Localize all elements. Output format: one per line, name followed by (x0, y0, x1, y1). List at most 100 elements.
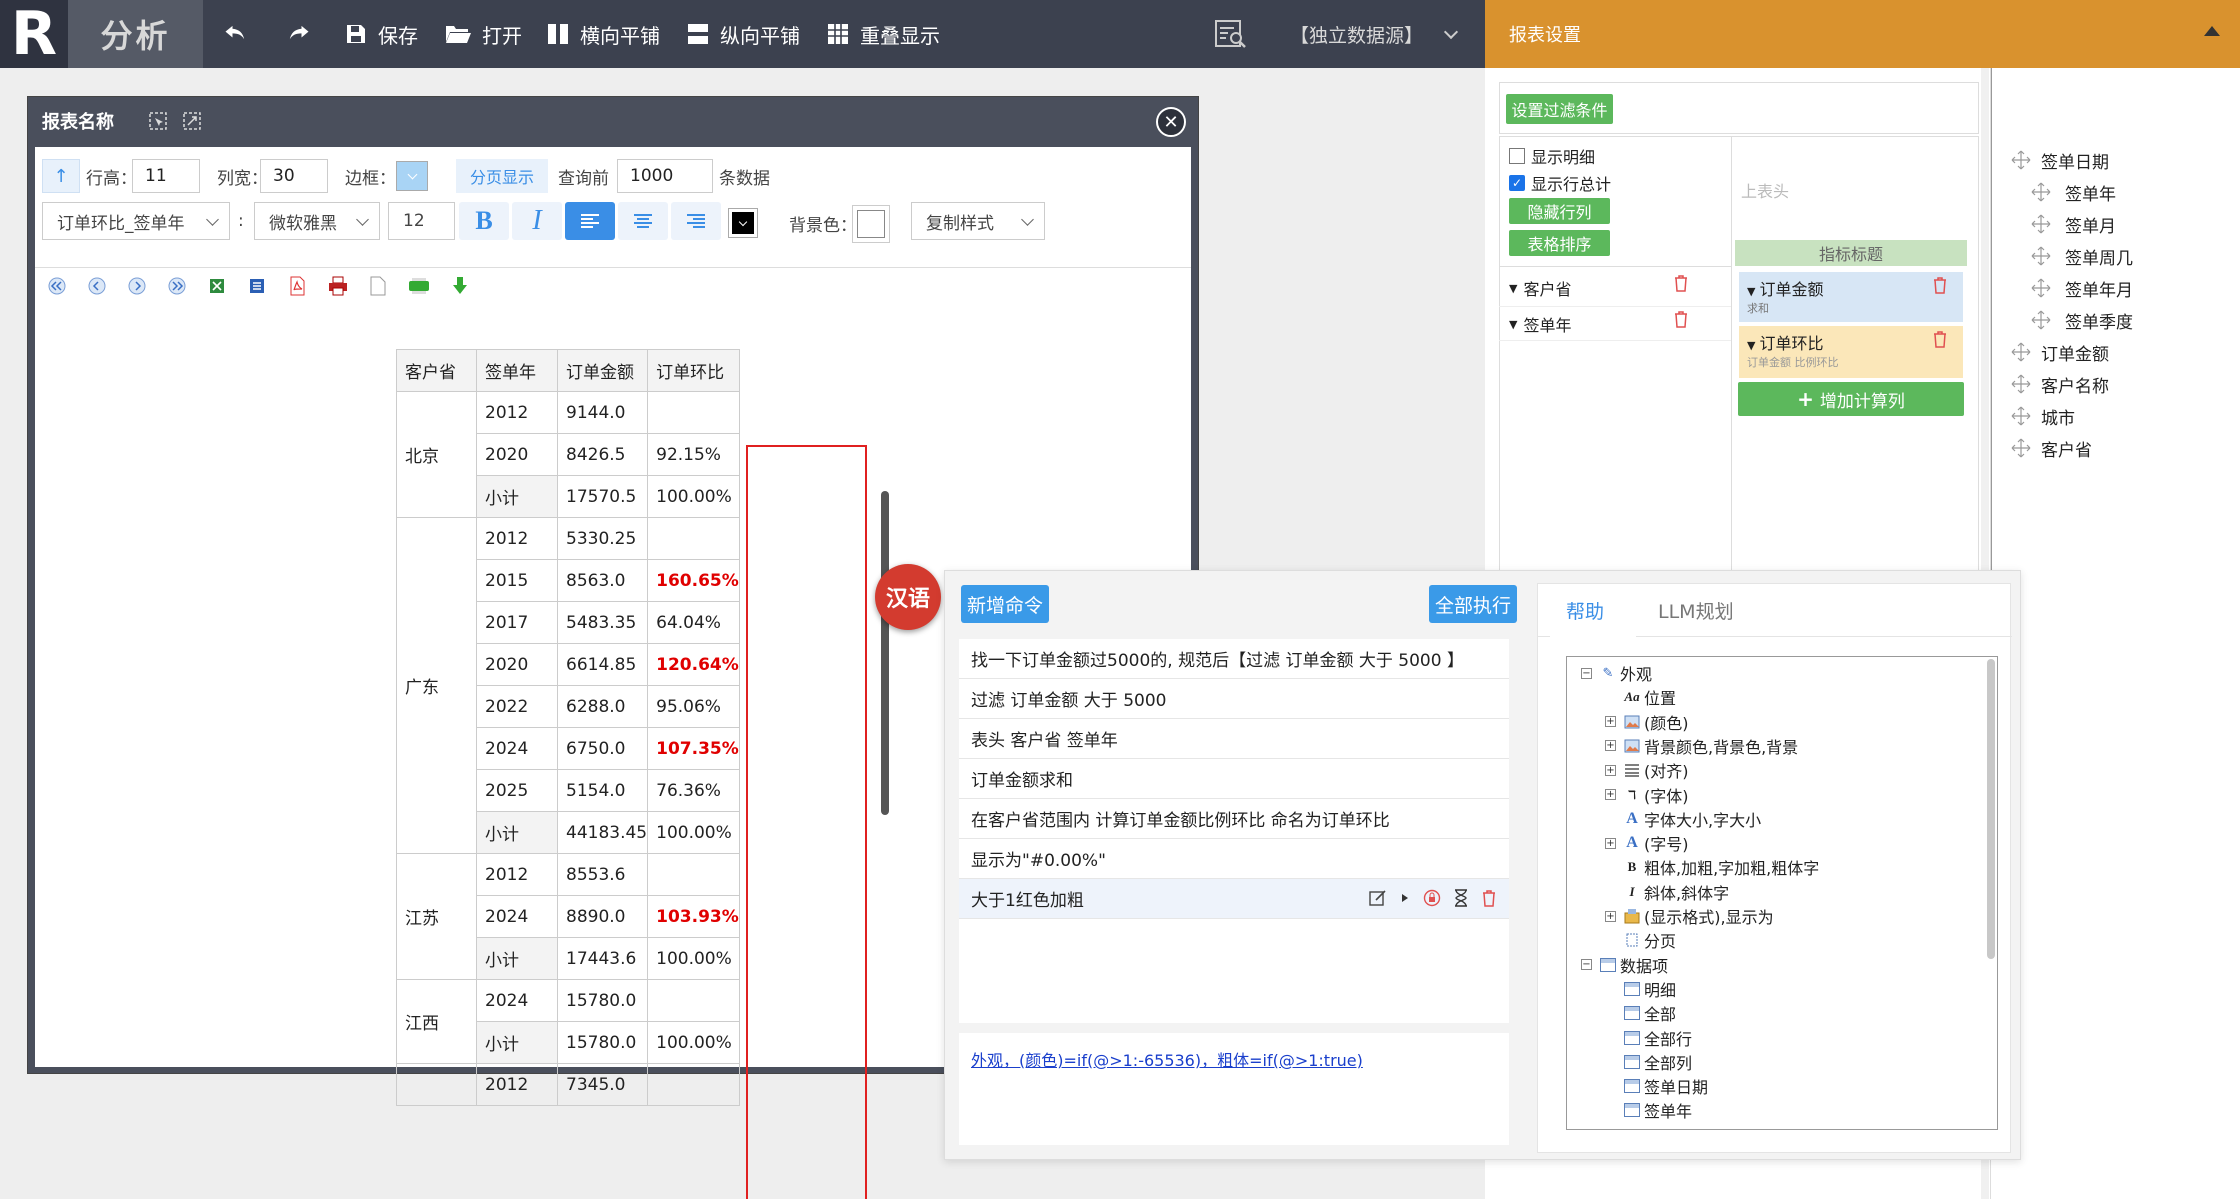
edit-icon[interactable] (1369, 889, 1387, 907)
tree-node[interactable]: 全部 (1605, 1001, 1676, 1025)
arrow-up-icon[interactable]: ↑ (42, 159, 80, 193)
horizontal-tile-button[interactable]: 横向平铺 (546, 0, 660, 68)
ratio-cell[interactable]: 100.00% (647, 475, 740, 518)
year-cell[interactable]: 2024 (476, 895, 558, 938)
expand-icon[interactable]: + (1605, 789, 1616, 800)
ratio-cell[interactable]: 92.15% (647, 433, 740, 476)
field-item[interactable]: 客户省 (2011, 434, 2092, 462)
tab-llm-plan[interactable]: LLM规划 (1658, 584, 1734, 636)
hide-rowcol-button[interactable]: 隐藏行列 (1509, 198, 1610, 224)
column-header[interactable]: 客户省 (396, 349, 477, 392)
column-header[interactable]: 订单环比 (647, 349, 740, 392)
year-cell[interactable]: 2012 (476, 517, 558, 560)
year-cell[interactable]: 2017 (476, 601, 558, 644)
column-header[interactable]: 订单金额 (556, 349, 649, 392)
field-item[interactable]: 签单周几 (2031, 242, 2133, 270)
ratio-cell[interactable] (647, 517, 740, 560)
province-cell[interactable] (396, 1063, 477, 1106)
command-item[interactable]: 在客户省范围内 计算订单金额比例环比 命名为订单环比 (959, 799, 1509, 839)
expand-icon[interactable]: + (1605, 837, 1616, 849)
tree-node[interactable]: − ✎ 外观 (1581, 661, 1652, 685)
delete-icon[interactable] (1673, 310, 1689, 328)
command-item[interactable]: 找一下订单金额过5000的, 规范后【过滤 订单金额 大于 5000 】 (959, 639, 1509, 679)
tree-node[interactable]: + (对齐) (1605, 758, 1689, 782)
measure-card-ratio[interactable]: ▼ 订单环比 订单金额 比例环比 (1739, 326, 1963, 378)
ratio-cell[interactable]: 160.65% (647, 559, 740, 602)
add-calc-column-button[interactable]: + 增加计算列 (1738, 382, 1964, 416)
tree-node[interactable]: + 背景颜色,背景色,背景 (1605, 734, 1798, 758)
next-page-icon[interactable] (128, 277, 146, 295)
overlap-display-button[interactable]: 重叠显示 (826, 0, 940, 68)
year-cell[interactable]: 2024 (476, 979, 558, 1022)
field-item[interactable]: 订单金额 (2011, 338, 2109, 366)
expand-icon[interactable]: + (1605, 910, 1616, 922)
set-filter-button[interactable]: 设置过滤条件 (1506, 94, 1613, 124)
amount-cell[interactable]: 15780.0 (556, 1021, 649, 1064)
query-count-input[interactable]: 1000 (617, 159, 713, 193)
collapse-icon[interactable]: − (1581, 667, 1592, 679)
ratio-cell[interactable] (647, 853, 740, 896)
ratio-cell[interactable] (647, 979, 740, 1022)
font-size-select[interactable]: 12 (388, 202, 455, 240)
command-item[interactable]: 大于1红色加粗 (959, 879, 1509, 919)
italic-button[interactable]: I (512, 202, 562, 240)
amount-cell[interactable]: 44183.45 (556, 811, 649, 854)
delete-icon[interactable] (1481, 889, 1497, 907)
bg-color-picker[interactable] (852, 205, 890, 243)
year-cell[interactable]: 小计 (476, 937, 558, 980)
field-item[interactable]: 签单年月 (2031, 274, 2133, 302)
tree-node[interactable]: 签单年 (1605, 1098, 1692, 1122)
ratio-cell[interactable]: 64.04% (647, 601, 740, 644)
amount-cell[interactable]: 6614.85 (556, 643, 649, 686)
play-icon[interactable] (1399, 889, 1411, 907)
report-settings-header[interactable]: 报表设置 (1485, 0, 2240, 68)
year-cell[interactable]: 2012 (476, 391, 558, 434)
align-left-button[interactable] (565, 202, 615, 240)
formula-link[interactable]: 外观，(颜色)=if(@>1:-65536)，粗体=if(@>1:true) (971, 1047, 1363, 1071)
province-cell[interactable]: 北京 (396, 391, 477, 518)
redo-button[interactable] (284, 0, 322, 68)
amount-cell[interactable]: 17443.6 (556, 937, 649, 980)
align-center-button[interactable] (618, 202, 668, 240)
field-item[interactable]: 客户名称 (2011, 370, 2109, 398)
year-cell[interactable]: 2020 (476, 433, 558, 476)
ratio-cell[interactable]: 100.00% (647, 1021, 740, 1064)
ratio-cell[interactable]: 103.93% (647, 895, 740, 938)
year-cell[interactable]: 2012 (476, 1063, 558, 1106)
paging-toggle[interactable]: 分页显示 (456, 159, 548, 193)
shrink-icon[interactable] (182, 111, 202, 131)
amount-cell[interactable]: 6288.0 (556, 685, 649, 728)
ratio-cell[interactable] (647, 1063, 740, 1106)
html-export-icon[interactable] (408, 277, 430, 295)
tree-node[interactable]: 签单日期 (1605, 1074, 1708, 1098)
first-page-icon[interactable] (48, 277, 66, 295)
amount-cell[interactable]: 6750.0 (556, 727, 649, 770)
field-item[interactable]: 城市 (2011, 402, 2075, 430)
amount-cell[interactable]: 8426.5 (556, 433, 649, 476)
run-all-button[interactable]: 全部执行 (1429, 585, 1517, 623)
font-family-select[interactable]: 微软雅黑 (254, 202, 380, 240)
report-window-titlebar[interactable]: 报表名称 (28, 97, 1200, 145)
bold-button[interactable]: B (459, 202, 509, 240)
amount-cell[interactable]: 5330.25 (556, 517, 649, 560)
save-button[interactable]: 保存 (344, 0, 418, 68)
table-scrollbar[interactable] (881, 491, 889, 815)
hourglass-icon[interactable] (1453, 889, 1469, 907)
year-cell[interactable]: 2025 (476, 769, 558, 812)
page-icon[interactable] (370, 276, 386, 296)
copy-style-select[interactable]: 复制样式 (911, 202, 1045, 240)
tree-node[interactable]: − 数据项 (1581, 953, 1668, 977)
tree-node[interactable]: 分页 (1605, 928, 1676, 952)
ratio-cell[interactable]: 76.36% (647, 769, 740, 812)
select-area-icon[interactable] (148, 111, 168, 131)
year-cell[interactable]: 2015 (476, 559, 558, 602)
stop-record-icon[interactable] (1423, 889, 1441, 907)
field-item[interactable]: 签单日期 (2011, 146, 2109, 174)
collapse-icon[interactable]: − (1581, 959, 1592, 971)
font-color-picker[interactable] (728, 208, 758, 238)
column-header[interactable]: 签单年 (476, 349, 558, 392)
table-sort-button[interactable]: 表格排序 (1509, 230, 1610, 256)
prev-page-icon[interactable] (88, 277, 106, 295)
tree-scrollbar[interactable] (1987, 659, 1995, 959)
excel-export-icon[interactable] (208, 277, 226, 295)
